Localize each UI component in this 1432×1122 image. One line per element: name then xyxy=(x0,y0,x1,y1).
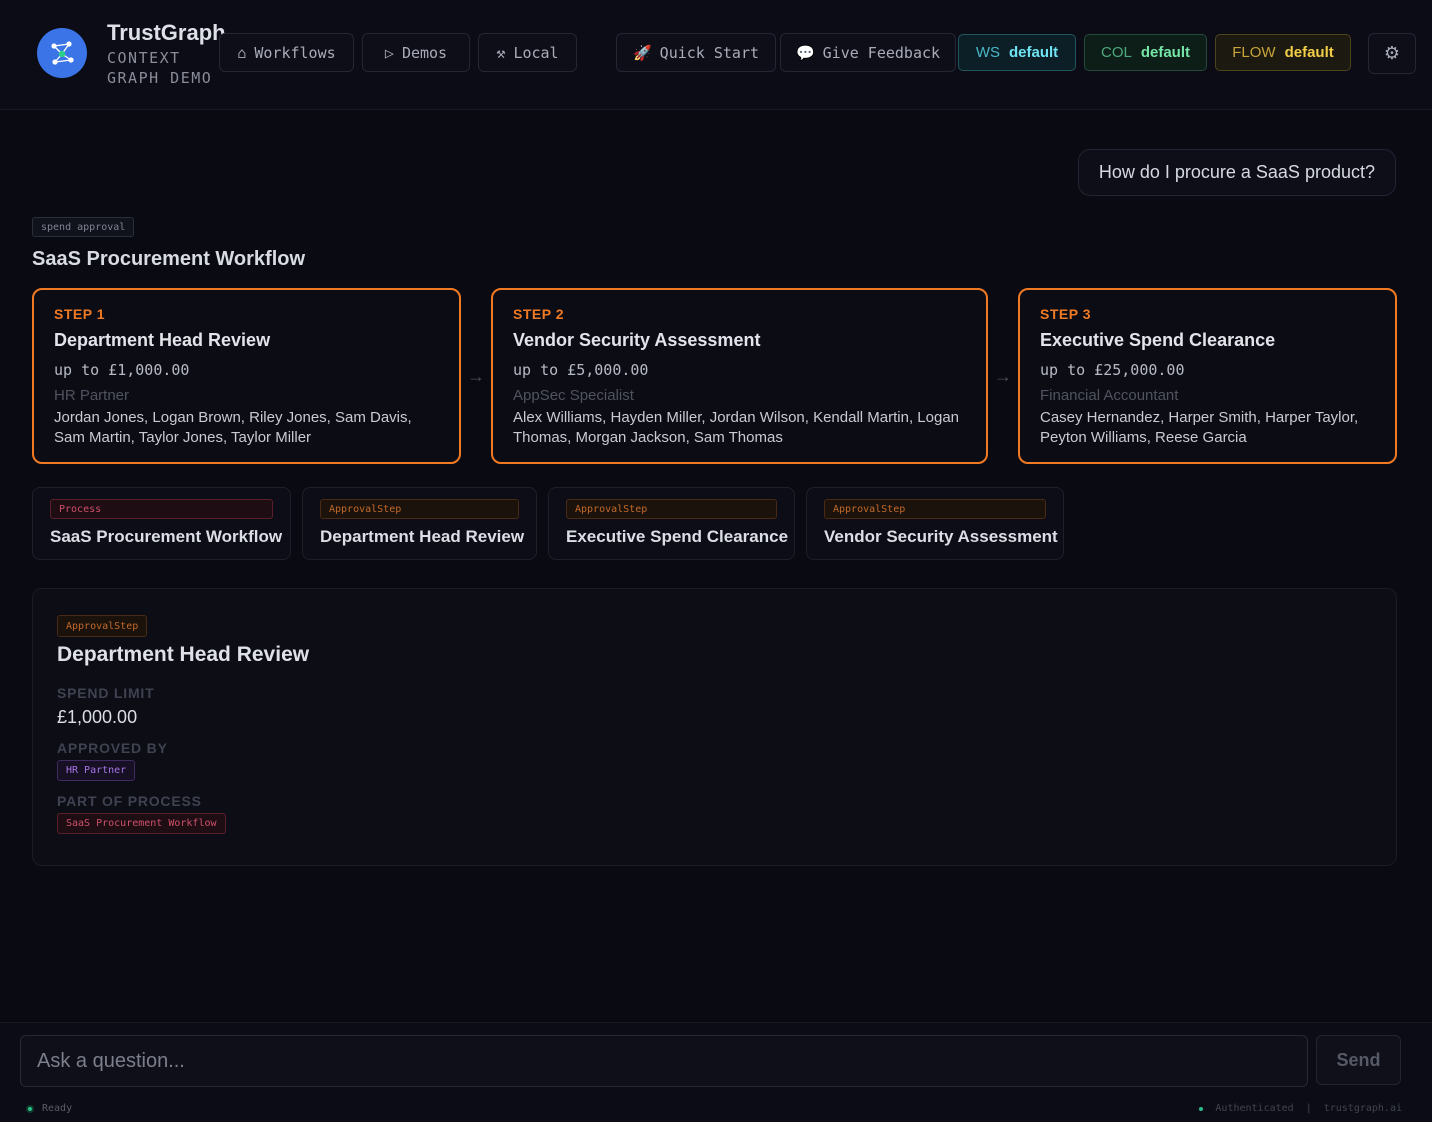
workflow-step-2[interactable]: STEP 2 Vendor Security Assessment up to … xyxy=(491,288,988,464)
step-approvers: Alex Williams, Hayden Miller, Jordan Wil… xyxy=(513,409,960,446)
site-link[interactable]: trustgraph.ai xyxy=(1324,1103,1402,1114)
step-label: STEP 1 xyxy=(54,306,105,322)
step-limit: up to £5,000.00 xyxy=(513,361,649,379)
nav-demos-label: Demos xyxy=(401,43,448,62)
entity-type-badge: ApprovalStep xyxy=(824,499,1046,519)
brand-title: TrustGraph xyxy=(107,20,226,45)
arrow-right-icon: → xyxy=(994,366,1012,386)
home-icon: ⌂ xyxy=(237,43,247,62)
workflow-tag: spend approval xyxy=(32,217,135,237)
step-limit: up to £1,000.00 xyxy=(54,361,190,379)
step-role: Financial Accountant xyxy=(1040,387,1179,404)
detail-type-badge: ApprovalStep xyxy=(57,615,148,637)
approved-by-label: APPROVED BY xyxy=(57,740,168,756)
tools-icon: ⚒ xyxy=(496,43,506,62)
entity-card-process[interactable]: Process SaaS Procurement Workflow xyxy=(32,487,291,560)
step-label: STEP 3 xyxy=(1040,306,1091,322)
nav-demos-button[interactable]: ▷ Demos xyxy=(362,33,470,72)
step-title: Vendor Security Assessment xyxy=(513,330,761,350)
give-feedback-button[interactable]: 💬 Give Feedback xyxy=(780,33,956,72)
graph-icon xyxy=(51,41,74,65)
composer-bar: Send Ready Authenticated | trustgraph.ai xyxy=(0,1022,1432,1122)
auth-dot-icon xyxy=(1199,1106,1204,1111)
flow-value: default xyxy=(1284,44,1334,61)
step-label: STEP 2 xyxy=(513,306,564,322)
workspace-key: WS xyxy=(975,44,1000,61)
detail-title: Department Head Review xyxy=(57,643,310,666)
nav-local-button[interactable]: ⚒ Local xyxy=(478,33,577,72)
entity-type-badge: ApprovalStep xyxy=(566,499,777,519)
spend-limit-label: SPEND LIMIT xyxy=(57,685,155,701)
entity-card-vendor-security-assessment[interactable]: ApprovalStep Vendor Security Assessment xyxy=(806,487,1064,560)
user-message-text: How do I procure a SaaS product? xyxy=(1098,162,1375,182)
collection-selector[interactable]: COL default xyxy=(1084,34,1207,71)
rocket-icon: 🚀 xyxy=(632,43,652,62)
flow-selector[interactable]: FLOW default xyxy=(1215,34,1351,71)
nav-local-label: Local xyxy=(513,43,559,62)
status-auth: Authenticated | trustgraph.ai xyxy=(1199,1103,1402,1114)
status-ready: Ready xyxy=(28,1103,72,1114)
step-approvers: Casey Hernandez, Harper Smith, Harper Ta… xyxy=(1040,409,1359,446)
brand-subtitle: CONTEXT GRAPH DEMO xyxy=(107,49,213,87)
flow-key: FLOW xyxy=(1232,44,1276,61)
step-title: Executive Spend Clearance xyxy=(1040,330,1276,350)
workflow-step-1[interactable]: STEP 1 Department Head Review up to £1,0… xyxy=(32,288,461,464)
user-message-bubble: How do I procure a SaaS product? xyxy=(1077,149,1396,196)
arrow-right-icon: → xyxy=(467,366,485,386)
spend-limit-value: £1,000.00 xyxy=(57,707,138,727)
speech-bubble-icon: 💬 xyxy=(795,43,815,62)
nav-workflows-label: Workflows xyxy=(254,43,336,62)
step-role: HR Partner xyxy=(54,387,130,404)
give-feedback-label: Give Feedback xyxy=(822,43,941,62)
step-approvers: Jordan Jones, Logan Brown, Riley Jones, … xyxy=(54,409,412,446)
part-of-process-chip[interactable]: SaaS Procurement Workflow xyxy=(57,813,226,834)
status-dot-icon xyxy=(28,1106,32,1111)
entity-card-executive-spend-clearance[interactable]: ApprovalStep Executive Spend Clearance xyxy=(548,487,795,560)
step-title: Department Head Review xyxy=(54,330,271,350)
app-header: TrustGraph CONTEXT GRAPH DEMO ⌂ Workflow… xyxy=(0,0,1432,110)
part-of-process-label: PART OF PROCESS xyxy=(57,793,202,809)
entity-detail-panel: ApprovalStep Department Head Review SPEN… xyxy=(32,588,1397,866)
collection-value: default xyxy=(1140,44,1190,61)
workflow-step-3[interactable]: STEP 3 Executive Spend Clearance up to £… xyxy=(1018,288,1397,464)
status-separator: | xyxy=(1305,1103,1312,1114)
approved-by-chip[interactable]: HR Partner xyxy=(57,760,136,781)
entity-name: Department Head Review xyxy=(320,527,525,546)
play-icon: ▷ xyxy=(384,43,394,62)
collection-key: COL xyxy=(1100,44,1132,61)
ask-question-input[interactable] xyxy=(20,1035,1308,1087)
step-role: AppSec Specialist xyxy=(513,387,634,404)
quick-start-button[interactable]: 🚀 Quick Start xyxy=(616,33,776,72)
workspace-selector[interactable]: WS default xyxy=(958,34,1076,71)
workspace-value: default xyxy=(1009,44,1059,61)
entity-name: SaaS Procurement Workflow xyxy=(50,527,283,546)
step-limit: up to £25,000.00 xyxy=(1040,361,1185,379)
send-button[interactable]: Send xyxy=(1316,1035,1401,1085)
status-ready-text: Ready xyxy=(42,1103,73,1114)
entity-card-department-head-review[interactable]: ApprovalStep Department Head Review xyxy=(302,487,537,560)
entity-name: Executive Spend Clearance xyxy=(566,527,789,546)
auth-status-text: Authenticated xyxy=(1215,1103,1294,1114)
quick-start-label: Quick Start xyxy=(659,43,760,62)
trustgraph-logo[interactable] xyxy=(37,28,87,78)
entity-type-badge: ApprovalStep xyxy=(320,499,519,519)
gear-icon: ⚙ xyxy=(1383,43,1401,63)
entity-name: Vendor Security Assessment xyxy=(824,527,1058,546)
workflow-title: SaaS Procurement Workflow xyxy=(32,248,306,270)
nav-workflows-button[interactable]: ⌂ Workflows xyxy=(219,33,354,72)
settings-button[interactable]: ⚙ xyxy=(1368,33,1416,74)
entity-type-badge: Process xyxy=(50,499,273,519)
